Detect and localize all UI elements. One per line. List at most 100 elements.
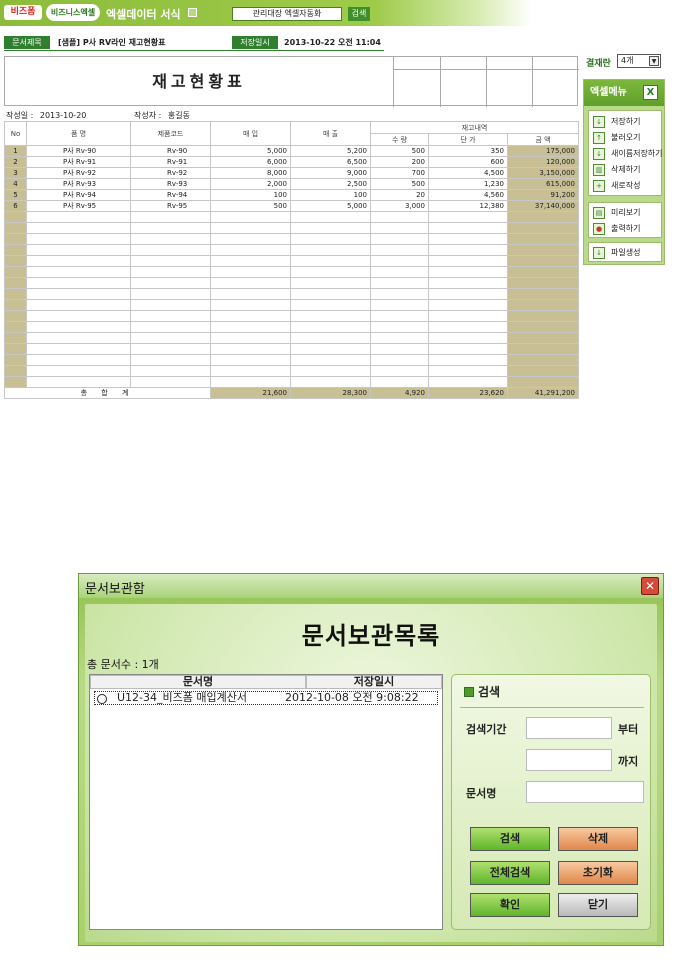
cell-qty[interactable] (370, 266, 429, 278)
cell-price[interactable]: 4,560 (428, 189, 508, 201)
cell-qty[interactable] (370, 233, 429, 245)
cell-code[interactable] (130, 376, 211, 388)
cell-amount[interactable]: 175,000 (507, 145, 579, 157)
cell-no[interactable] (4, 310, 27, 322)
cell-no[interactable] (4, 321, 27, 333)
cell-buy[interactable] (210, 277, 291, 289)
menu-save-as[interactable]: ↓ 새이름저장하기 (593, 147, 663, 161)
cell-qty[interactable] (370, 288, 429, 300)
cell-price[interactable] (428, 332, 508, 344)
cell-name[interactable] (26, 343, 131, 355)
table-row[interactable] (4, 343, 579, 355)
cell-price[interactable] (428, 365, 508, 377)
approval-cell[interactable] (440, 57, 487, 107)
cell-price[interactable] (428, 222, 508, 234)
cell-amount[interactable] (507, 244, 579, 256)
cell-qty[interactable] (370, 343, 429, 355)
search-button[interactable]: 검색 (470, 827, 550, 851)
approval-cell[interactable] (532, 57, 579, 107)
cell-sell[interactable]: 5,200 (290, 145, 371, 157)
cell-name[interactable] (26, 255, 131, 267)
cell-no[interactable] (4, 244, 27, 256)
cell-buy[interactable] (210, 299, 291, 311)
cell-amount[interactable]: 3,150,000 (507, 167, 579, 179)
search-all-button[interactable]: 전체검색 (470, 861, 550, 885)
table-row[interactable] (4, 288, 579, 300)
cell-code[interactable] (130, 321, 211, 333)
doc-list[interactable]: 문서명 저장일시 U12-34_비즈폼 매입계산서 2012-10-08 오전 … (89, 674, 443, 930)
table-row[interactable] (4, 321, 579, 333)
cell-name[interactable]: P사 Rv-93 (26, 178, 131, 190)
cell-amount[interactable] (507, 354, 579, 366)
cell-qty[interactable] (370, 310, 429, 322)
cell-amount[interactable] (507, 233, 579, 245)
cell-code[interactable] (130, 354, 211, 366)
cell-qty[interactable]: 500 (370, 145, 429, 157)
table-row[interactable] (4, 266, 579, 278)
cell-name[interactable] (26, 266, 131, 278)
cell-buy[interactable] (210, 266, 291, 278)
table-row[interactable]: 1 P사 Rv-90 Rv-90 5,000 5,200 500 350 175,000 (4, 145, 579, 157)
cell-code[interactable]: Rv-90 (130, 145, 211, 157)
ok-button[interactable]: 확인 (470, 893, 550, 917)
cell-buy[interactable] (210, 365, 291, 377)
cell-code[interactable] (130, 222, 211, 234)
cell-amount[interactable]: 615,000 (507, 178, 579, 190)
cell-code[interactable] (130, 288, 211, 300)
cell-sell[interactable] (290, 365, 371, 377)
table-row[interactable] (4, 299, 579, 311)
cell-buy[interactable] (210, 233, 291, 245)
cell-sell[interactable]: 100 (290, 189, 371, 201)
cell-qty[interactable] (370, 255, 429, 267)
cell-qty[interactable]: 700 (370, 167, 429, 179)
cell-buy[interactable] (210, 332, 291, 344)
reset-button[interactable]: 초기화 (558, 861, 638, 885)
cell-qty[interactable] (370, 244, 429, 256)
cell-price[interactable] (428, 277, 508, 289)
cell-buy[interactable]: 500 (210, 200, 291, 212)
cell-sell[interactable] (290, 266, 371, 278)
cell-buy[interactable] (210, 211, 291, 223)
cell-sell[interactable] (290, 321, 371, 333)
cell-sell[interactable]: 5,000 (290, 200, 371, 212)
table-row[interactable] (4, 233, 579, 245)
cell-qty[interactable] (370, 365, 429, 377)
cell-name[interactable] (26, 288, 131, 300)
menu-preview[interactable]: ▤ 미리보기 (593, 206, 640, 220)
cell-buy[interactable]: 5,000 (210, 145, 291, 157)
cell-no[interactable] (4, 233, 27, 245)
cell-code[interactable] (130, 244, 211, 256)
cell-qty[interactable] (370, 332, 429, 344)
cell-name[interactable]: P사 Rv-91 (26, 156, 131, 168)
cell-no[interactable] (4, 255, 27, 267)
cell-name[interactable]: P사 Rv-90 (26, 145, 131, 157)
close-button[interactable]: 닫기 (558, 893, 638, 917)
cell-name[interactable] (26, 211, 131, 223)
cell-sell[interactable] (290, 288, 371, 300)
cell-price[interactable] (428, 255, 508, 267)
cell-code[interactable] (130, 343, 211, 355)
cell-sell[interactable] (290, 244, 371, 256)
cell-no[interactable]: 2 (4, 156, 27, 168)
cell-sell[interactable] (290, 343, 371, 355)
cell-no[interactable] (4, 365, 27, 377)
menu-print[interactable]: ● 출력하기 (593, 222, 640, 236)
cell-sell[interactable]: 6,500 (290, 156, 371, 168)
cell-sell[interactable] (290, 299, 371, 311)
cell-qty[interactable] (370, 299, 429, 311)
cell-price[interactable]: 4,500 (428, 167, 508, 179)
table-row[interactable] (4, 310, 579, 322)
cell-no[interactable] (4, 299, 27, 311)
cell-sell[interactable] (290, 211, 371, 223)
cell-name[interactable]: P사 Rv-94 (26, 189, 131, 201)
cell-name[interactable] (26, 299, 131, 311)
cell-sell[interactable] (290, 332, 371, 344)
cell-price[interactable] (428, 376, 508, 388)
cell-price[interactable] (428, 244, 508, 256)
cell-amount[interactable] (507, 277, 579, 289)
list-item[interactable]: U12-34_비즈폼 매입계산서 2012-10-08 오전 9:08:22 (94, 691, 438, 705)
cell-name[interactable] (26, 332, 131, 344)
cell-name[interactable] (26, 244, 131, 256)
cell-amount[interactable] (507, 343, 579, 355)
table-row[interactable] (4, 222, 579, 234)
